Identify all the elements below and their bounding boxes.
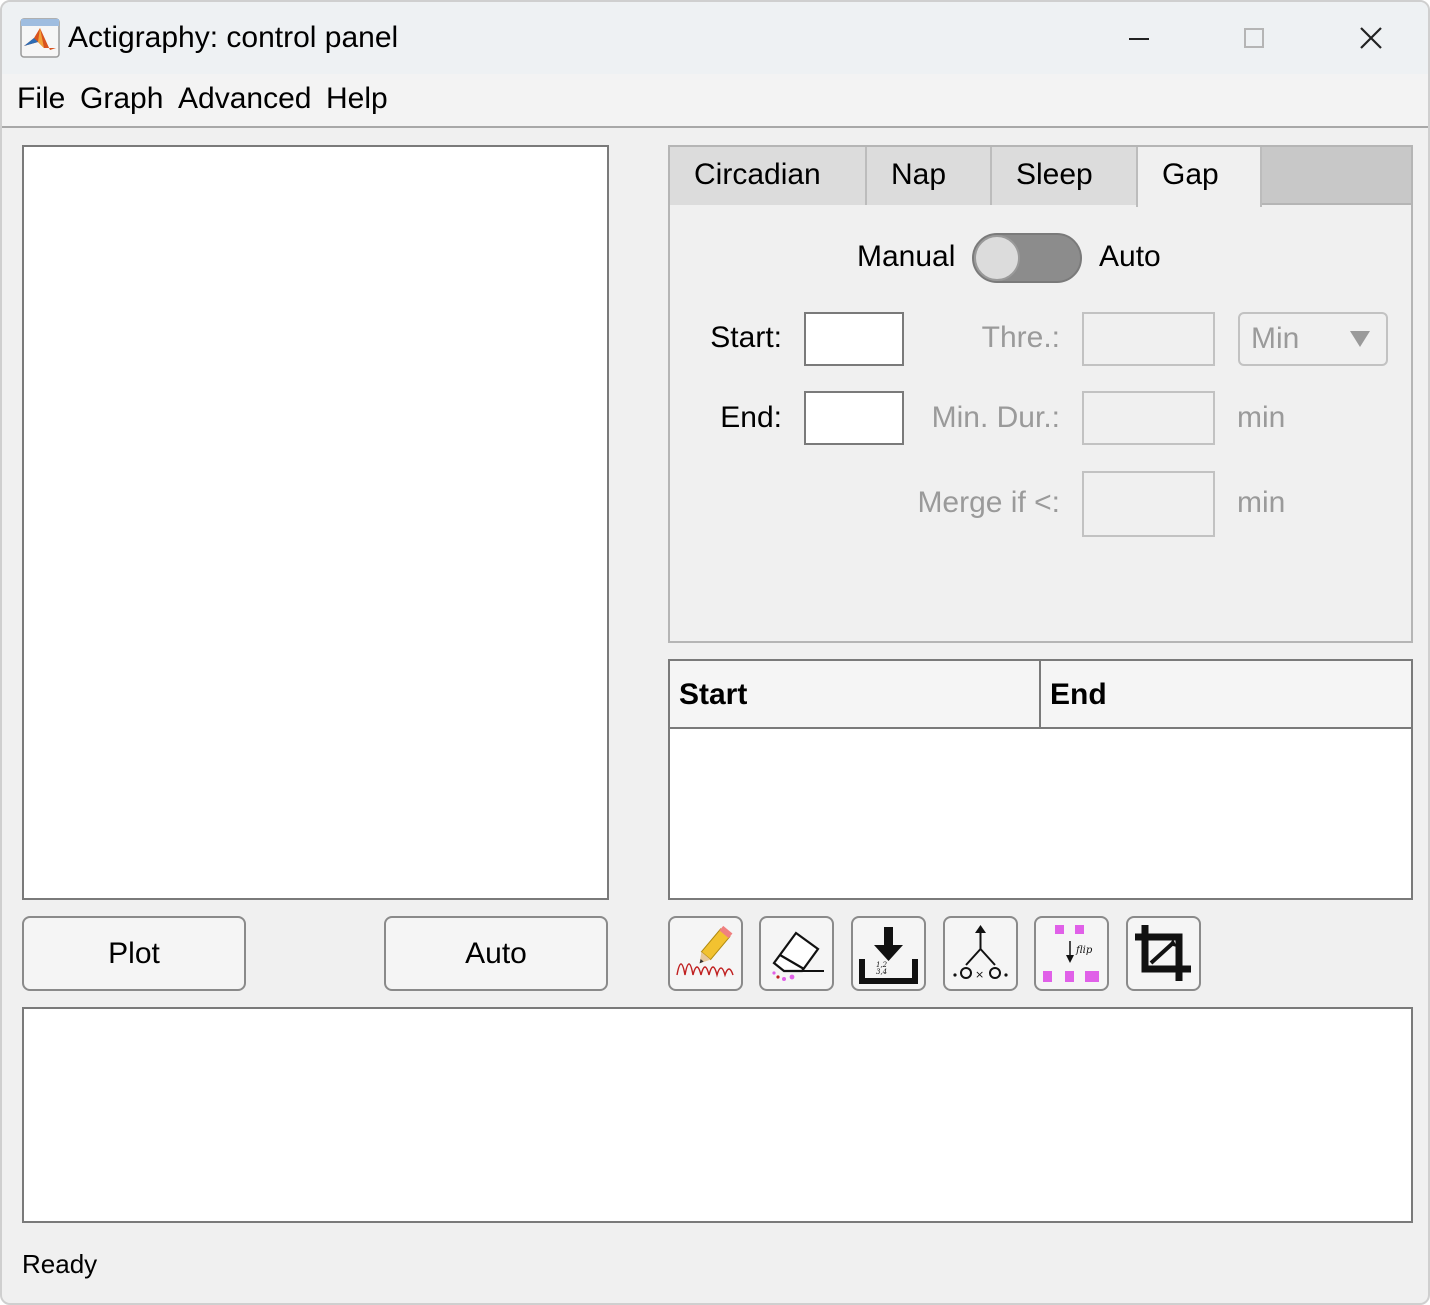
min-duration-unit: min	[1237, 401, 1286, 434]
status-text: Ready	[22, 1249, 98, 1279]
tab-nap[interactable]: Nap	[867, 147, 992, 205]
tab-circadian[interactable]: Circadian	[670, 147, 867, 205]
matlab-logo-icon	[20, 18, 60, 58]
erase-icon	[772, 931, 824, 981]
app-window: Actigraphy: control panel File Graph Adv…	[0, 0, 1430, 1305]
log-output-area[interactable]	[22, 1007, 1413, 1223]
draw-icon	[676, 925, 734, 978]
menu-file[interactable]: File	[17, 82, 65, 116]
tab-strip: Circadian Nap Sleep Gap	[670, 147, 1411, 207]
maximize-icon[interactable]	[1224, 14, 1284, 64]
threshold-unit-dropdown[interactable]: Min	[1238, 312, 1388, 366]
crop-button[interactable]	[1126, 916, 1201, 991]
menu-graph[interactable]: Graph	[80, 82, 163, 116]
end-input[interactable]	[804, 391, 904, 445]
min-duration-label: Min. Dur.:	[931, 401, 1060, 434]
merge-icon: ×	[953, 925, 1008, 981]
dropdown-value: Min	[1251, 322, 1300, 355]
tab-sleep[interactable]: Sleep	[992, 147, 1138, 205]
manual-auto-switch[interactable]	[972, 233, 1082, 283]
flip-button[interactable]: flip	[1034, 916, 1109, 991]
column-header-start[interactable]: Start	[670, 661, 1041, 727]
file-list-panel[interactable]	[22, 145, 609, 900]
menu-help[interactable]: Help	[326, 82, 388, 116]
toggle-manual-label: Manual	[857, 240, 956, 273]
close-icon[interactable]	[1342, 14, 1402, 64]
start-input[interactable]	[804, 312, 904, 366]
threshold-label: Thre.:	[981, 321, 1060, 354]
plot-button[interactable]: Plot	[22, 916, 246, 991]
flip-icon: flip	[1043, 925, 1099, 982]
start-label: Start:	[710, 321, 782, 354]
download-button[interactable]: 1,2 3,4	[851, 916, 926, 991]
erase-button[interactable]	[759, 916, 834, 991]
column-header-end[interactable]: End	[1041, 661, 1411, 727]
switch-knob[interactable]	[974, 235, 1020, 281]
svg-text:3,4: 3,4	[876, 968, 887, 976]
merge-unit: min	[1237, 486, 1286, 519]
threshold-input[interactable]	[1082, 312, 1215, 366]
merge-input[interactable]	[1082, 471, 1215, 537]
window-title: Actigraphy: control panel	[68, 21, 399, 54]
crop-icon	[1135, 925, 1191, 981]
menu-bar: File Graph Advanced Help	[2, 74, 1428, 128]
svg-text:flip: flip	[1075, 945, 1093, 956]
svg-text:×: ×	[975, 968, 984, 981]
min-duration-input[interactable]	[1082, 391, 1215, 445]
auto-button[interactable]: Auto	[384, 916, 608, 991]
tab-group: Circadian Nap Sleep Gap Manual Auto Star…	[668, 145, 1413, 643]
menu-advanced[interactable]: Advanced	[178, 82, 311, 116]
toggle-auto-label: Auto	[1099, 240, 1161, 273]
chevron-down-icon	[1350, 331, 1370, 347]
download-icon: 1,2 3,4	[859, 927, 918, 984]
gap-table[interactable]: Start End	[668, 659, 1413, 900]
title-bar: Actigraphy: control panel	[2, 2, 1428, 74]
end-label: End:	[720, 401, 782, 434]
draw-button[interactable]	[668, 916, 743, 991]
tab-gap[interactable]: Gap	[1136, 147, 1262, 207]
table-header: Start End	[670, 661, 1411, 729]
minimize-icon[interactable]	[1110, 14, 1170, 64]
merge-label: Merge if <:	[917, 486, 1060, 519]
merge-button[interactable]: ×	[943, 916, 1018, 991]
